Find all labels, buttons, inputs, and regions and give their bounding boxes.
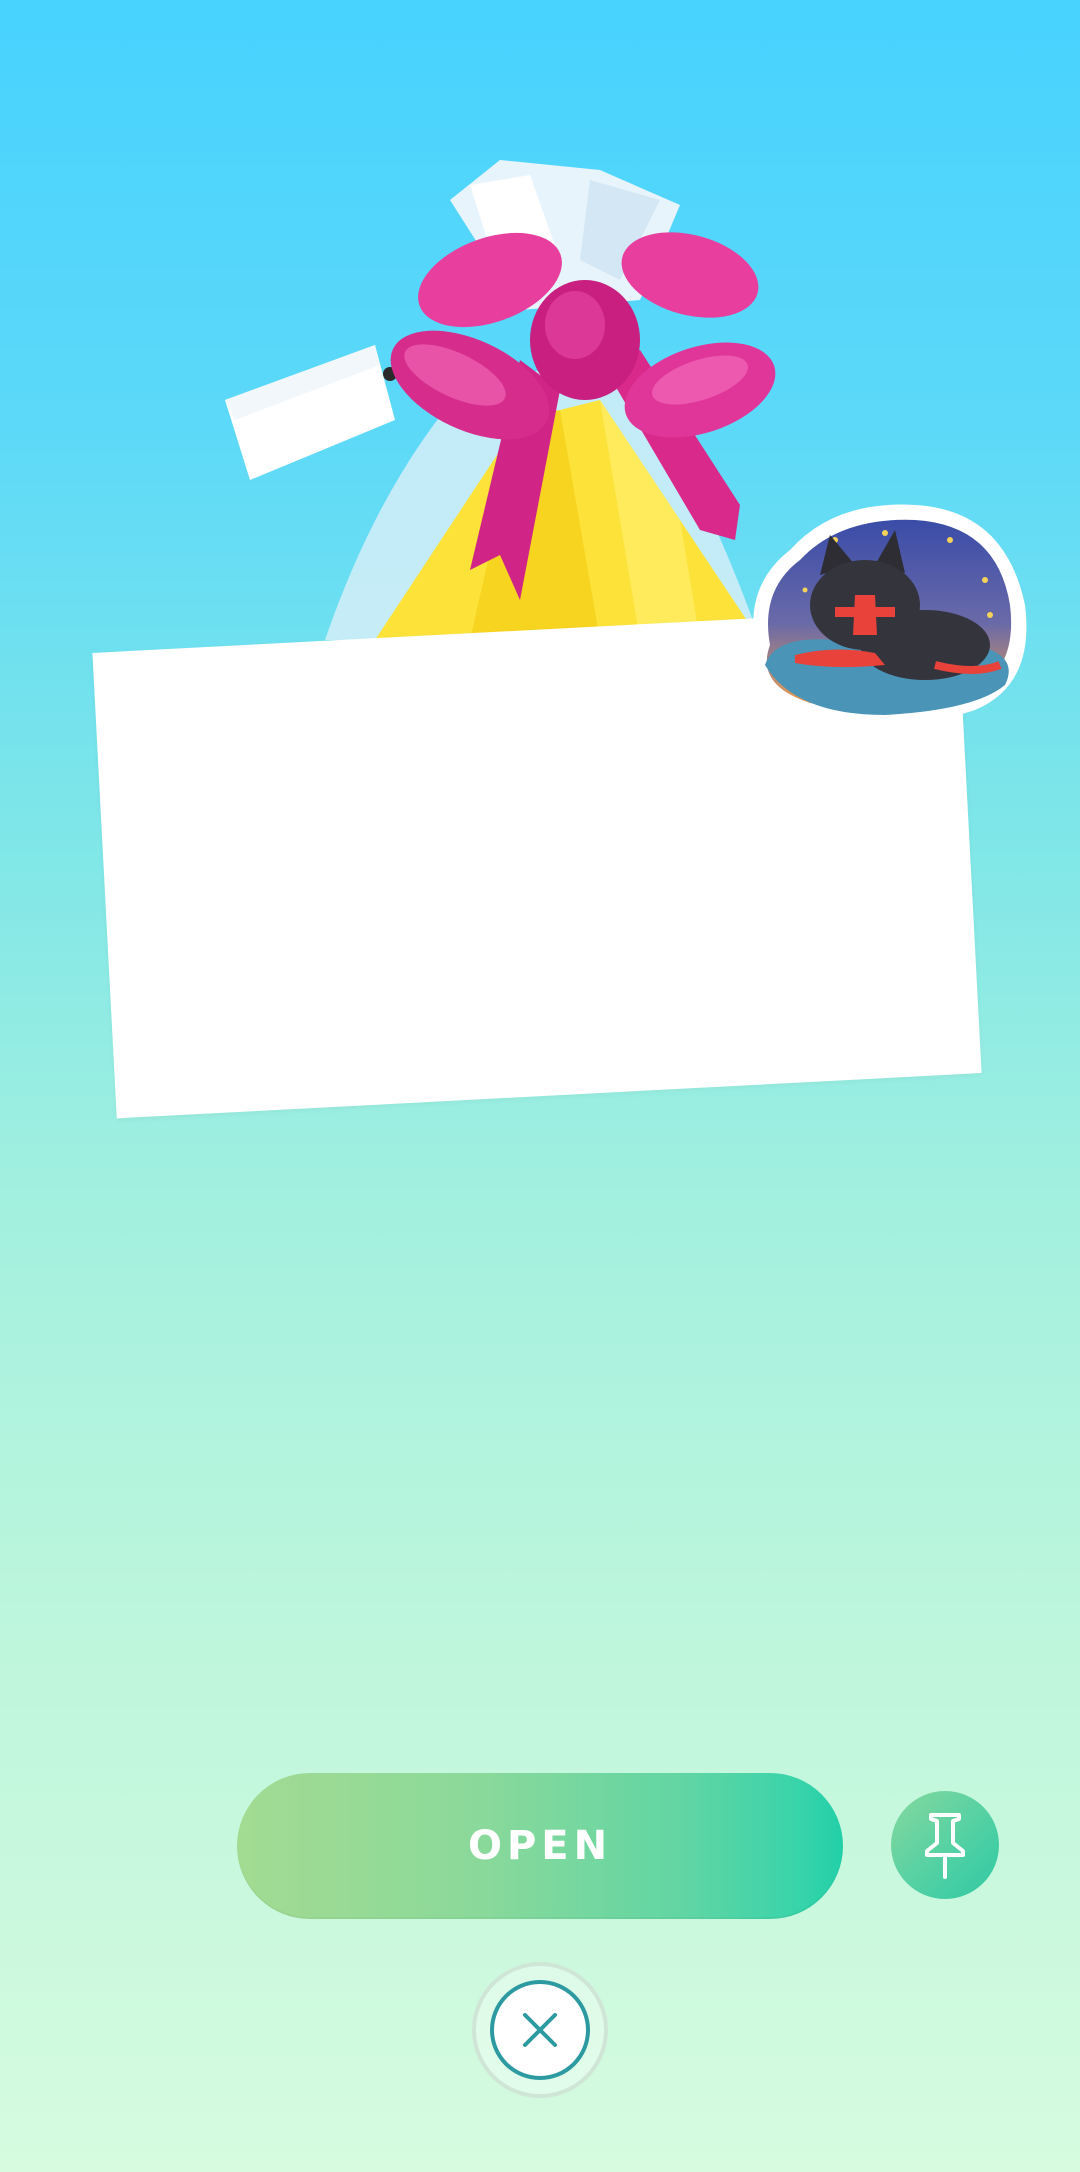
- open-button[interactable]: OPEN: [237, 1773, 843, 1919]
- sleeping-cat-sticker: [750, 504, 1027, 728]
- gift-open-screen: OPEN: [0, 0, 1080, 2172]
- pin-button[interactable]: [891, 1791, 999, 1899]
- pin-icon: [925, 1813, 965, 1879]
- close-button-inner[interactable]: [490, 1980, 590, 2080]
- close-icon: [523, 2013, 557, 2047]
- open-button-label: OPEN: [467, 1823, 613, 1869]
- close-button[interactable]: [472, 1962, 608, 2098]
